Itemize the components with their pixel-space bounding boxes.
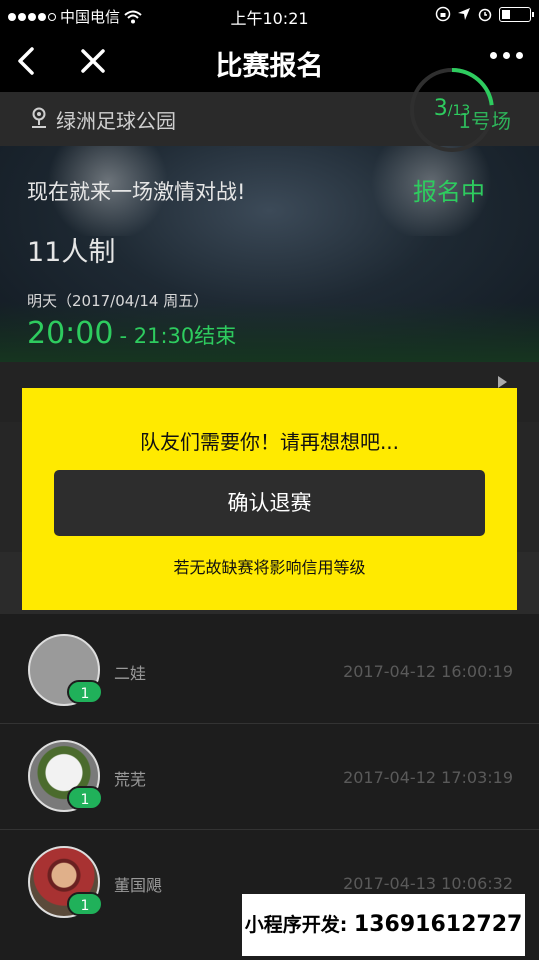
end-time: - 21:30结束 (119, 324, 237, 348)
participant-name: 董国飓 (114, 876, 163, 895)
contact-watermark: 小程序开发: 13691612727 (242, 894, 525, 956)
confirm-withdraw-button[interactable]: 确认退赛 (54, 470, 485, 536)
signup-count: 3/13 (408, 96, 496, 121)
count-badge: 1 (67, 892, 103, 916)
participant-name: 荒芜 (114, 770, 147, 789)
location-arrow-icon (458, 8, 470, 20)
play-arrow-icon (498, 376, 507, 388)
start-time: 20:00 (27, 316, 114, 351)
match-date: 明天（2017/04/14 周五） (27, 292, 209, 310)
match-time: 20:00 - 21:30结束 (27, 316, 236, 351)
dialog-message: 队友们需要你！请再想想吧... (139, 430, 400, 454)
rotation-lock-icon (435, 6, 451, 22)
list-item[interactable]: 1 荒芜 2017-04-12 17:03:19 (0, 724, 539, 830)
status-right (435, 6, 534, 22)
signed-count: 3 (433, 96, 448, 121)
list-item[interactable]: 1 二娃 2017-04-12 16:00:19 (0, 618, 539, 724)
watermark-phone: 13691612727 (353, 912, 523, 937)
signup-time: 2017-04-12 17:03:19 (343, 768, 513, 787)
withdraw-dialog: 队友们需要你！请再想想吧... 确认退赛 若无故缺赛将影响信用等级 (22, 388, 517, 610)
signup-time: 2017-04-12 16:00:19 (343, 662, 513, 681)
battery-icon (499, 6, 534, 22)
watermark-label: 小程序开发: (244, 914, 348, 936)
dialog-note: 若无故缺赛将影响信用等级 (173, 558, 366, 577)
match-format: 11人制 (27, 237, 116, 268)
alarm-icon (478, 8, 492, 22)
signup-status: 报名中 (413, 178, 485, 206)
venue-name: 绿洲足球公园 (56, 109, 176, 133)
signed-total: /13 (447, 103, 471, 119)
map-pin-icon (32, 107, 46, 128)
participant-name: 二娃 (114, 664, 147, 683)
more-icon[interactable] (490, 52, 523, 59)
match-slogan: 现在就来一场激情对战! (27, 180, 246, 204)
signup-time: 2017-04-13 10:06:32 (343, 874, 513, 893)
count-badge: 1 (67, 786, 103, 810)
status-bar: 中国电信 上午10:21 (0, 0, 539, 30)
count-badge: 1 (67, 680, 103, 704)
